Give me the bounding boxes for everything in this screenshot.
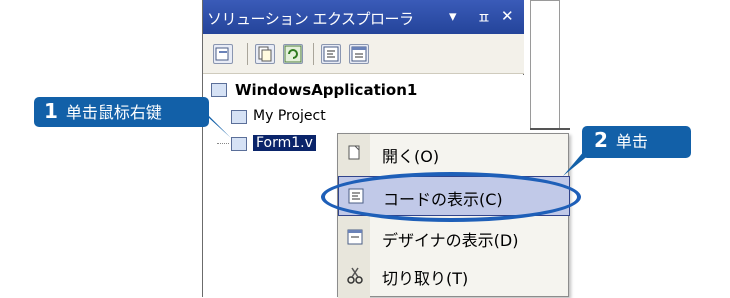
callout-number: 2 [594, 128, 608, 152]
highlight-ellipse [321, 172, 581, 222]
menu-item-open[interactable]: 開く(O) [338, 134, 570, 174]
menu-item-label: デザイナの表示(D) [382, 231, 519, 250]
open-icon [346, 144, 364, 162]
show-all-files-icon[interactable] [255, 44, 275, 64]
view-designer-icon[interactable] [349, 44, 369, 64]
toolbar-separator [247, 43, 248, 65]
editor-divider [530, 128, 570, 130]
menu-item-label: 切り取り(T) [382, 269, 469, 288]
callout-1-pointer [205, 112, 231, 138]
tree-item-label: Form1.v [253, 135, 316, 151]
dropdown-icon[interactable]: ▾ [449, 7, 457, 25]
refresh-icon[interactable] [283, 44, 303, 64]
tree-item-label: WindowsApplication1 [235, 81, 418, 99]
callout-step-2: 2 单击 [582, 126, 691, 158]
title-bar: ソリューション エクスプローラ ▾ ㅍ ✕ [203, 0, 525, 34]
menu-item-view-designer[interactable]: デザイナの表示(D) [338, 218, 570, 258]
explorer-toolbar [203, 34, 525, 74]
menu-item-cut[interactable]: 切り取り(T) [338, 256, 570, 296]
pin-icon[interactable]: ㅍ [477, 7, 491, 28]
tree-item-label: My Project [253, 108, 326, 124]
callout-step-1: 1 单击鼠标右键 [34, 97, 209, 127]
callout-text: 单击鼠标右键 [65, 103, 162, 122]
properties-icon[interactable] [213, 44, 233, 64]
scissors-icon [346, 266, 364, 284]
window-title: ソリューション エクスプローラ [207, 10, 414, 28]
editor-pane-edge [530, 0, 560, 130]
callout-number: 1 [44, 99, 58, 123]
callout-2-pointer [563, 150, 595, 176]
callout-text: 单击 [615, 132, 648, 151]
menu-item-label: 開く(O) [382, 147, 440, 166]
tree-connector [217, 143, 229, 144]
close-icon[interactable]: ✕ [501, 7, 514, 25]
toolbar-separator [313, 43, 314, 65]
view-code-icon[interactable] [321, 44, 341, 64]
vb-project-icon [211, 83, 227, 97]
view-designer-icon [346, 228, 364, 246]
